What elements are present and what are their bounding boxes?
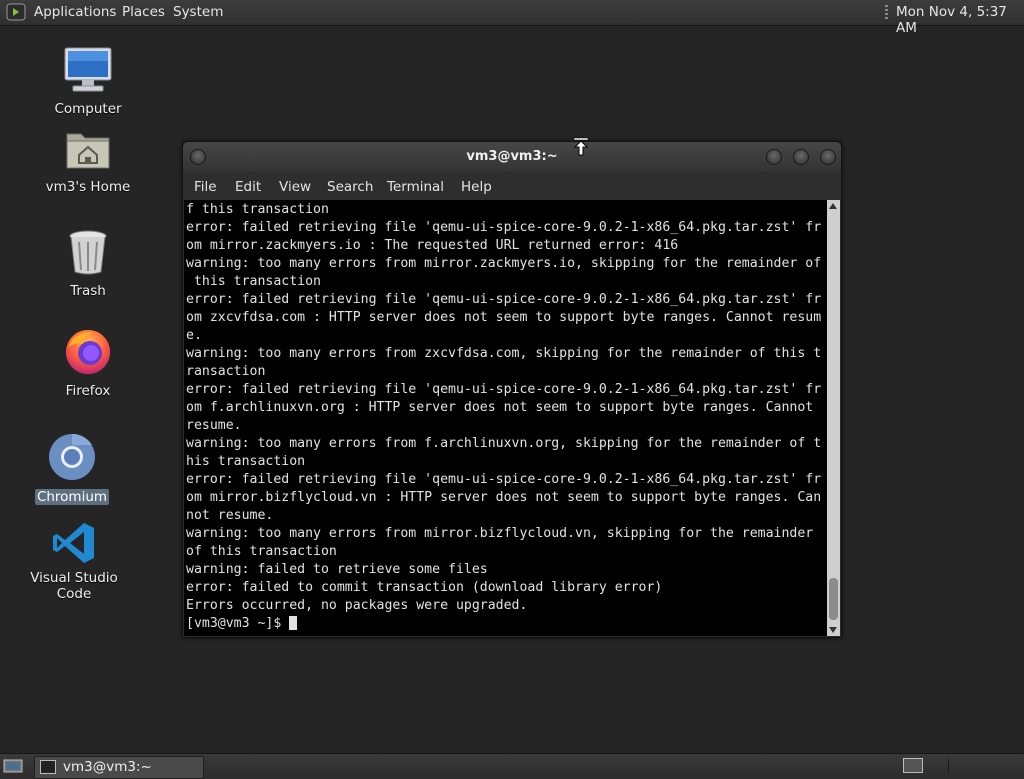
terminal-line: f this transaction (186, 202, 329, 217)
terminal-line: warning: too many errors from mirror.zac… (186, 256, 822, 271)
desktop-icon-label: Computer (54, 101, 122, 117)
trash-icon (69, 230, 107, 275)
places-menu[interactable]: Places (122, 4, 165, 20)
move-cursor-icon (573, 137, 589, 156)
bottom-panel: vm3@vm3:~ (0, 753, 1024, 779)
show-desktop-icon[interactable] (3, 758, 23, 774)
desktop-icon-vscode[interactable]: Visual Studio Code (14, 520, 134, 602)
vscode-icon (53, 523, 94, 563)
desktop-icon-label: Trash (70, 283, 106, 299)
maximize-button[interactable] (793, 149, 809, 165)
panel-separator (885, 5, 888, 20)
terminal-icon (40, 760, 56, 774)
scrollbar-thumb[interactable] (829, 578, 838, 620)
terminal-line: warning: too many errors from zxcvfdsa.c… (186, 346, 822, 361)
menu-view[interactable]: View (279, 179, 311, 195)
terminal-scrollbar[interactable] (827, 200, 840, 636)
terminal-titlebar[interactable]: vm3@vm3:~ (183, 142, 841, 172)
terminal-line: ransaction (186, 364, 266, 379)
terminal-line: resume. (186, 418, 242, 433)
terminal-menubar: File Edit View Search Terminal Help (183, 172, 841, 200)
terminal-output[interactable]: f this transaction error: failed retrievi… (184, 200, 827, 636)
terminal-line: e. (186, 328, 202, 343)
clock[interactable]: Mon Nov 4, 5:37 AM (896, 4, 1024, 36)
menu-help[interactable]: Help (461, 179, 492, 195)
taskbar-item-terminal[interactable]: vm3@vm3:~ (34, 756, 204, 779)
menu-file[interactable]: File (194, 179, 217, 195)
window-title: vm3@vm3:~ (466, 149, 558, 164)
terminal-line: om f.archlinuxvn.org : HTTP server does … (186, 400, 814, 415)
terminal-line: error: failed to commit transaction (dow… (186, 580, 663, 595)
system-menu[interactable]: System (173, 4, 223, 20)
home-folder-icon (66, 133, 110, 169)
terminal-line: this transaction (186, 274, 321, 289)
terminal-line: error: failed retrieving file 'qemu-ui-s… (186, 292, 822, 307)
terminal-lines: f this transaction error: failed retrievi… (186, 201, 821, 633)
terminal-line: om zxcvfdsa.com : HTTP server does not s… (186, 310, 822, 325)
desktop-icon-label: vm3's Home (45, 179, 131, 195)
terminal-line: of this transaction (186, 544, 337, 559)
minimize-button[interactable] (766, 149, 782, 165)
menu-search[interactable]: Search (327, 179, 373, 195)
scroll-up-arrow-icon[interactable] (829, 203, 837, 209)
desktop-icon-label: Firefox (65, 383, 111, 399)
terminal-line: om mirror.bizflycloud.vn : HTTP server d… (186, 490, 822, 505)
close-button[interactable] (820, 149, 836, 165)
terminal-line: error: failed retrieving file 'qemu-ui-s… (186, 220, 822, 235)
applications-menu-icon[interactable] (6, 3, 26, 21)
firefox-icon (66, 330, 110, 374)
top-panel: Applications Places System Mon Nov 4, 5:… (0, 0, 1024, 36)
workspace-switcher-2[interactable] (948, 759, 1009, 773)
desktop-icon-computer[interactable]: Computer (28, 46, 148, 117)
terminal-line: not resume. (186, 508, 274, 523)
desktop-icon-chromium[interactable]: Chromium (12, 432, 132, 505)
desktop-icon-label: Chromium (34, 489, 110, 505)
chromium-icon (49, 433, 95, 480)
terminal-line: warning: too many errors from mirror.biz… (186, 526, 814, 541)
terminal-line: Errors occurred, no packages were upgrad… (186, 598, 528, 613)
text-cursor (289, 616, 298, 630)
workspace-switcher-1[interactable] (903, 758, 923, 773)
desktop-icon-home[interactable]: vm3's Home (28, 128, 148, 195)
terminal-line: error: failed retrieving file 'qemu-ui-s… (186, 382, 822, 397)
terminal-line: [vm3@vm3 ~]$ (186, 615, 821, 633)
menu-terminal[interactable]: Terminal (387, 179, 444, 195)
terminal-line: om mirror.zackmyers.io : The requested U… (186, 238, 679, 253)
applications-menu[interactable]: Applications (34, 4, 116, 20)
terminal-window[interactable]: vm3@vm3:~ File Edit View Search Terminal… (182, 141, 842, 638)
terminal-line: error: failed retrieving file 'qemu-ui-s… (186, 472, 822, 487)
menu-edit[interactable]: Edit (235, 179, 261, 195)
computer-icon (64, 47, 112, 92)
terminal-line: his transaction (186, 454, 306, 469)
desktop-icon-label: Visual Studio Code (30, 570, 118, 602)
desktop-icon-firefox[interactable]: Firefox (28, 326, 148, 399)
terminal-line: warning: too many errors from f.archlinu… (186, 436, 822, 451)
desktop-icon-trash[interactable]: Trash (28, 228, 148, 299)
terminal-line: warning: failed to retrieve some files (186, 562, 488, 577)
scroll-down-arrow-icon[interactable] (829, 627, 837, 633)
taskbar-item-label: vm3@vm3:~ (63, 759, 152, 775)
